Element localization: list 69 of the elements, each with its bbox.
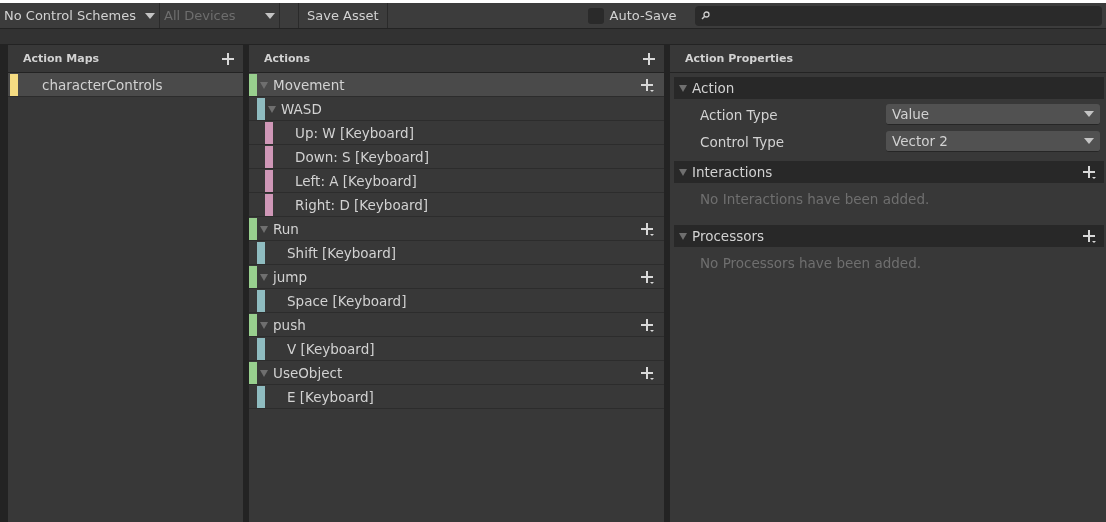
panel-title: Action Properties: [685, 52, 794, 65]
binding-row[interactable]: Right: D [Keyboard]: [249, 193, 664, 217]
panel-title: Actions: [264, 52, 310, 65]
row-label: Right: D [Keyboard]: [295, 196, 429, 213]
binding-row[interactable]: WASD: [249, 97, 664, 121]
add-icon[interactable]: [1082, 165, 1096, 179]
row-label: V [Keyboard]: [287, 340, 375, 357]
binding-row[interactable]: E [Keyboard]: [249, 385, 664, 409]
expand-triangle-icon[interactable]: [267, 103, 277, 114]
row-label: Run: [273, 220, 299, 237]
save-asset-button[interactable]: Save Asset: [298, 3, 388, 28]
row-label: Up: W [Keyboard]: [295, 124, 414, 141]
add-icon[interactable]: [640, 317, 654, 332]
row-label: WASD: [281, 100, 322, 117]
add-icon[interactable]: [221, 51, 235, 66]
field-label: Action Type: [700, 106, 779, 123]
section-title: Processors: [692, 228, 765, 244]
expand-triangle-icon[interactable]: [678, 167, 688, 177]
search-icon: [700, 11, 710, 20]
row-label: Space [Keyboard]: [287, 292, 407, 309]
row-label: jump: [273, 268, 308, 285]
row-label: Down: S [Keyboard]: [295, 148, 429, 165]
action-row[interactable]: UseObject: [249, 361, 664, 385]
action-row[interactable]: Movement: [249, 73, 664, 97]
section-header[interactable]: Processors: [674, 225, 1104, 247]
action-row[interactable]: push: [249, 313, 664, 337]
binding-row[interactable]: Down: S [Keyboard]: [249, 145, 664, 169]
add-icon[interactable]: [640, 269, 654, 284]
type-dropdown[interactable]: Vector 2: [886, 131, 1100, 152]
dropdown-caret-icon: [145, 12, 155, 19]
expand-triangle-icon[interactable]: [259, 319, 269, 330]
add-icon[interactable]: [1082, 229, 1096, 243]
row-label: Shift [Keyboard]: [287, 244, 396, 261]
expand-triangle-icon[interactable]: [259, 271, 269, 282]
row-label: Movement: [273, 76, 345, 93]
action-map-row[interactable]: characterControls: [8, 73, 243, 97]
auto-save-label: Auto-Save: [609, 8, 677, 23]
dropdown-caret-icon: [1084, 111, 1094, 117]
expand-triangle-icon[interactable]: [678, 231, 688, 241]
row-label: Left: A [Keyboard]: [295, 172, 417, 189]
row-label: characterControls: [42, 76, 163, 93]
section-title: Interactions: [692, 164, 773, 180]
search-field[interactable]: [694, 5, 1102, 26]
add-icon[interactable]: [640, 365, 654, 380]
section-header[interactable]: Action: [674, 77, 1104, 99]
expand-triangle-icon[interactable]: [259, 79, 269, 90]
action-row[interactable]: jump: [249, 265, 664, 289]
expand-triangle-icon[interactable]: [678, 83, 688, 93]
add-icon[interactable]: [640, 77, 654, 92]
binding-row[interactable]: Shift [Keyboard]: [249, 241, 664, 265]
add-icon[interactable]: [642, 51, 656, 66]
field-label: Control Type: [700, 133, 786, 150]
action-row[interactable]: Run: [249, 217, 664, 241]
expand-triangle-icon[interactable]: [259, 223, 269, 234]
dropdown-caret-icon: [265, 12, 275, 19]
add-icon[interactable]: [640, 221, 654, 236]
binding-row[interactable]: Up: W [Keyboard]: [249, 121, 664, 145]
binding-row[interactable]: Left: A [Keyboard]: [249, 169, 664, 193]
dropdown-caret-icon: [1084, 138, 1094, 144]
row-label: push: [273, 316, 306, 333]
row-label: UseObject: [273, 364, 343, 381]
type-dropdown[interactable]: Value: [886, 104, 1100, 125]
section-title: Action: [692, 80, 735, 96]
binding-row[interactable]: V [Keyboard]: [249, 337, 664, 361]
section-header[interactable]: Interactions: [674, 161, 1104, 183]
panel-title: Action Maps: [23, 52, 100, 65]
expand-triangle-icon[interactable]: [259, 367, 269, 378]
binding-row[interactable]: Space [Keyboard]: [249, 289, 664, 313]
row-label: E [Keyboard]: [287, 388, 374, 405]
